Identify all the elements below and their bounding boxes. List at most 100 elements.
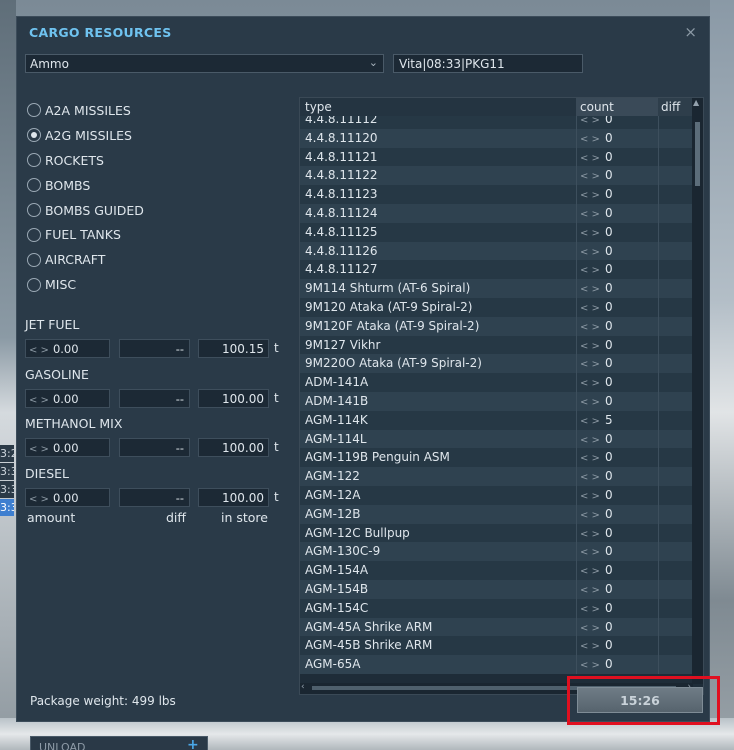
table-row[interactable]: ADM-141B < > 0 <box>300 391 693 411</box>
count-column-header[interactable]: count <box>576 98 658 116</box>
stepper-arrows-icon[interactable]: < > <box>580 566 600 577</box>
table-row[interactable]: 4.4.8.11122 < > 0 <box>300 166 693 186</box>
stepper-arrows-icon[interactable]: < > <box>580 265 600 276</box>
table-row[interactable]: 9M120 Ataka (AT-9 Spiral-2) < > 0 <box>300 297 693 317</box>
stepper-arrows-icon[interactable]: < > <box>580 209 600 220</box>
stepper-arrows-icon[interactable]: < > <box>580 115 600 126</box>
table-row[interactable]: AGM-154C < > 0 <box>300 598 693 618</box>
row-count-stepper[interactable]: < > 0 <box>576 203 658 223</box>
row-count-stepper[interactable]: < > 0 <box>576 561 658 580</box>
stepper-arrows-icon[interactable]: < > <box>29 444 49 455</box>
stepper-arrows-icon[interactable]: < > <box>29 494 49 505</box>
row-count-stepper[interactable]: < > 0 <box>576 429 658 449</box>
scroll-up-icon[interactable]: ▲ <box>693 98 699 107</box>
row-count-stepper[interactable]: < > 0 <box>576 598 658 618</box>
category-select[interactable]: Ammo ⌄ <box>25 54 384 73</box>
stepper-arrows-icon[interactable]: < > <box>580 435 600 446</box>
row-count-stepper[interactable]: < > 5 <box>576 410 658 430</box>
stepper-arrows-icon[interactable]: < > <box>580 134 600 145</box>
row-count-stepper[interactable]: < > 0 <box>576 579 658 599</box>
table-row[interactable]: 4.4.8.11126 < > 0 <box>300 241 693 261</box>
stepper-arrows-icon[interactable]: < > <box>580 303 600 314</box>
stepper-arrows-icon[interactable]: < > <box>580 284 600 295</box>
row-count-stepper[interactable]: < > 0 <box>576 523 658 543</box>
fuel-amount-stepper[interactable]: < >0.00 <box>25 487 110 507</box>
stepper-arrows-icon[interactable]: < > <box>580 190 600 201</box>
row-count-stepper[interactable]: < > 0 <box>576 260 658 280</box>
row-count-stepper[interactable]: < > 0 <box>576 335 658 355</box>
radio-option[interactable]: A2A MISSILES <box>27 98 144 123</box>
table-row[interactable]: 4.4.8.11124 < > 0 <box>300 203 693 223</box>
fuel-amount-stepper[interactable]: < >0.00 <box>25 438 110 457</box>
stepper-arrows-icon[interactable]: < > <box>580 529 600 540</box>
row-count-stepper[interactable]: < > 0 <box>576 467 658 486</box>
stepper-arrows-icon[interactable]: < > <box>580 341 600 352</box>
stepper-arrows-icon[interactable]: < > <box>580 472 600 483</box>
radio-option[interactable]: MISC <box>27 272 144 297</box>
table-row[interactable]: 4.4.8.11125 < > 0 <box>300 222 693 242</box>
fuel-amount-stepper[interactable]: < >0.00 <box>25 388 110 408</box>
stepper-arrows-icon[interactable]: < > <box>580 171 600 182</box>
stepper-arrows-icon[interactable]: < > <box>580 491 600 502</box>
table-row[interactable]: 9M220O Ataka (AT-9 Spiral-2) < > 0 <box>300 354 693 374</box>
table-row[interactable]: AGM-119B Penguin ASM < > 0 <box>300 448 693 468</box>
diff-column-header[interactable]: diff <box>658 98 693 116</box>
radio-option[interactable]: AIRCRAFT <box>27 247 144 272</box>
scroll-left-icon[interactable]: ‹ <box>301 682 305 692</box>
row-count-stepper[interactable]: < > 0 <box>576 655 658 674</box>
stepper-arrows-icon[interactable]: < > <box>580 641 600 652</box>
row-count-stepper[interactable]: < > 0 <box>576 617 658 637</box>
row-count-stepper[interactable]: < > 0 <box>576 316 658 336</box>
table-row[interactable]: AGM-114L < > 0 <box>300 429 693 449</box>
radio-option[interactable]: ROCKETS <box>27 148 144 173</box>
table-row[interactable]: 4.4.8.11127 < > 0 <box>300 260 693 280</box>
stepper-arrows-icon[interactable]: < > <box>29 345 49 356</box>
row-count-stepper[interactable]: < > 0 <box>576 185 658 204</box>
fuel-amount-stepper[interactable]: < >0.00 <box>25 339 110 358</box>
close-icon[interactable]: × <box>684 23 697 41</box>
row-count-stepper[interactable]: < > 0 <box>576 485 658 505</box>
table-row[interactable]: AGM-154B < > 0 <box>300 579 693 599</box>
row-count-stepper[interactable]: < > 0 <box>576 542 658 562</box>
radio-option[interactable]: A2G MISSILES <box>27 123 144 148</box>
stepper-arrows-icon[interactable]: < > <box>580 322 600 333</box>
table-row[interactable]: AGM-130C-9 < > 0 <box>300 542 693 562</box>
stepper-arrows-icon[interactable]: < > <box>580 453 600 464</box>
table-row[interactable]: AGM-122 < > 0 <box>300 467 693 486</box>
row-count-stepper[interactable]: < > 0 <box>576 636 658 656</box>
table-row[interactable]: 4.4.8.11121 < > 0 <box>300 147 693 167</box>
table-row[interactable]: 9M127 Vikhr < > 0 <box>300 335 693 355</box>
table-row[interactable]: AGM-12C Bullpup < > 0 <box>300 523 693 543</box>
stepper-arrows-icon[interactable]: < > <box>580 397 600 408</box>
stepper-arrows-icon[interactable]: < > <box>580 153 600 164</box>
stepper-arrows-icon[interactable]: < > <box>580 660 600 671</box>
row-count-stepper[interactable]: < > 0 <box>576 128 658 148</box>
row-count-stepper[interactable]: < > 0 <box>576 504 658 524</box>
stepper-arrows-icon[interactable]: < > <box>580 247 600 258</box>
row-count-stepper[interactable]: < > 0 <box>576 222 658 242</box>
table-row[interactable]: AGM-114K < > 5 <box>300 410 693 430</box>
radio-option[interactable]: FUEL TANKS <box>27 222 144 247</box>
stepper-arrows-icon[interactable]: < > <box>580 604 600 615</box>
table-row[interactable]: AGM-12A < > 0 <box>300 485 693 505</box>
table-row[interactable]: 4.4.8.11123 < > 0 <box>300 185 693 204</box>
table-row[interactable]: AGM-154A < > 0 <box>300 561 693 580</box>
vertical-scrollbar[interactable]: ▲ <box>692 98 703 684</box>
row-count-stepper[interactable]: < > 0 <box>576 354 658 374</box>
table-row[interactable]: 9M120F Ataka (AT-9 Spiral-2) < > 0 <box>300 316 693 336</box>
row-count-stepper[interactable]: < > 0 <box>576 147 658 167</box>
table-row[interactable]: AGM-12B < > 0 <box>300 504 693 524</box>
row-count-stepper[interactable]: < > 0 <box>576 279 658 298</box>
stepper-arrows-icon[interactable]: < > <box>580 378 600 389</box>
vertical-scroll-thumb[interactable] <box>695 122 700 186</box>
type-column-header[interactable]: type <box>305 100 332 114</box>
row-count-stepper[interactable]: < > 0 <box>576 373 658 392</box>
radio-option[interactable]: BOMBS <box>27 173 144 198</box>
table-row[interactable]: 9M114 Shturm (AT-6 Spiral) < > 0 <box>300 279 693 298</box>
stepper-arrows-icon[interactable]: < > <box>580 547 600 558</box>
table-row[interactable]: AGM-65A < > 0 <box>300 655 693 674</box>
row-count-stepper[interactable]: < > 0 <box>576 297 658 317</box>
table-row[interactable]: 4.4.8.11120 < > 0 <box>300 128 693 148</box>
stepper-arrows-icon[interactable]: < > <box>580 359 600 370</box>
stepper-arrows-icon[interactable]: < > <box>580 228 600 239</box>
